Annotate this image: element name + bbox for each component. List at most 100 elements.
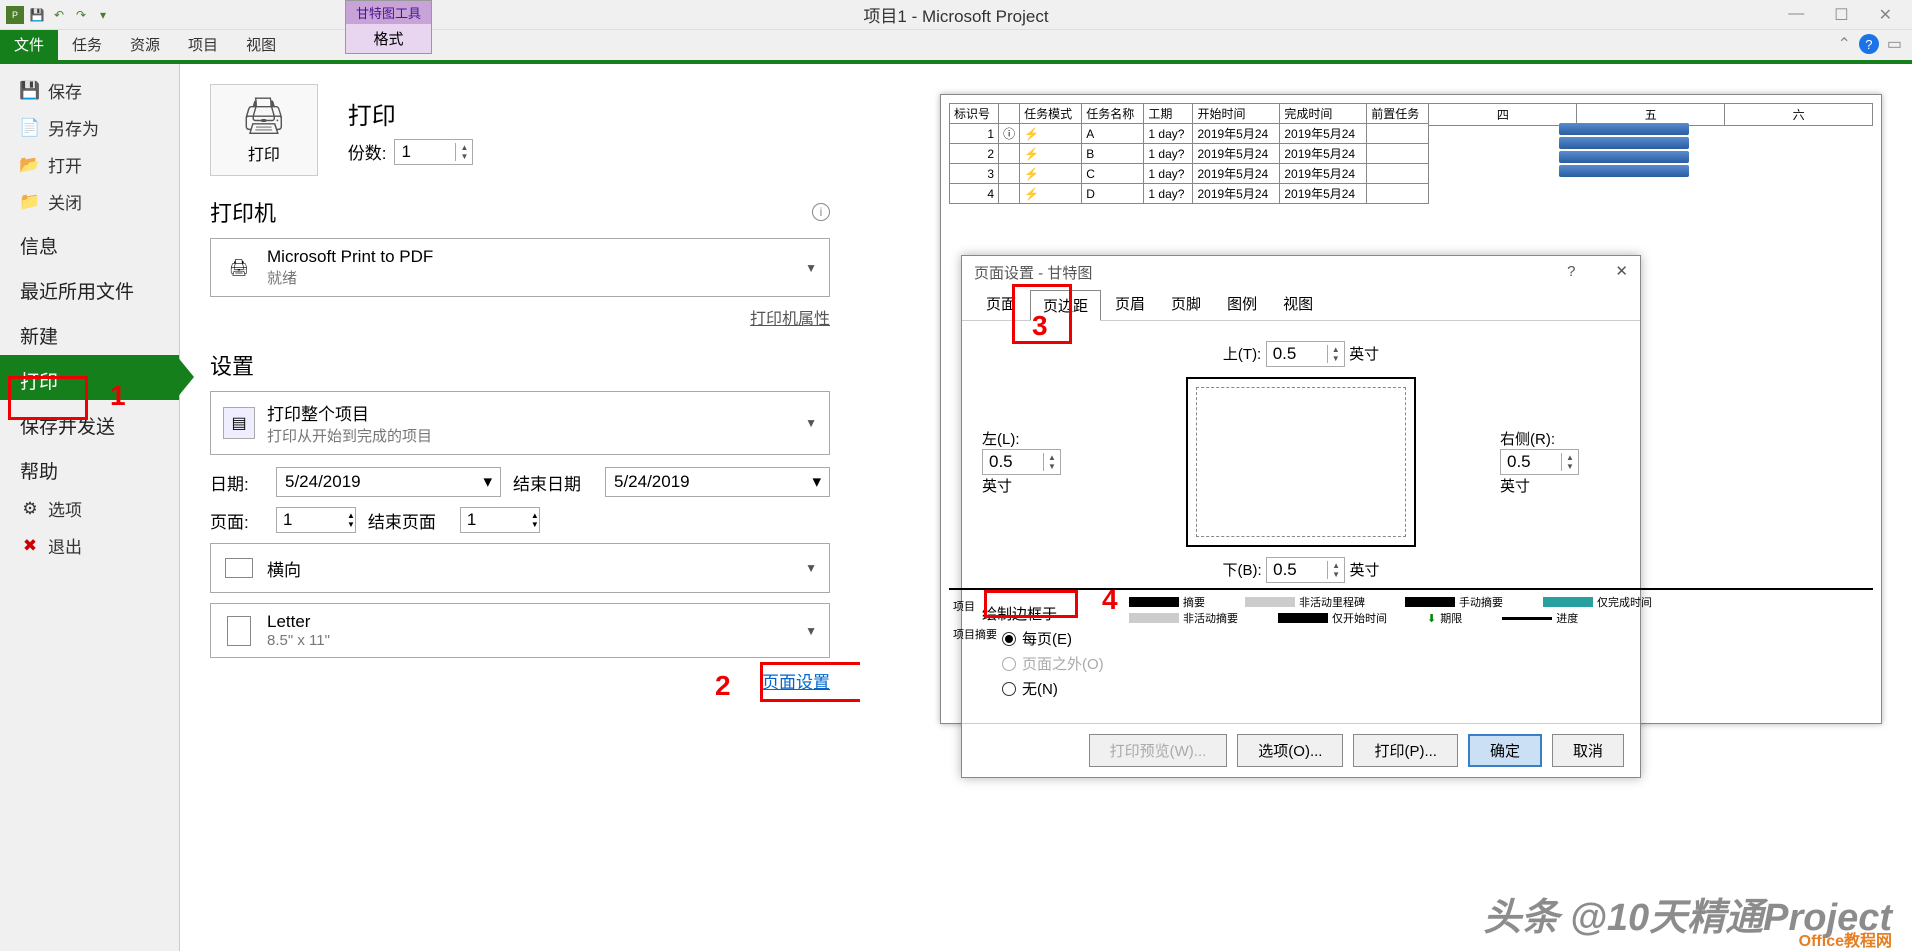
legend-item: 非活动摘要 — [1129, 610, 1238, 626]
dialog-close-icon[interactable]: ✕ — [1615, 263, 1628, 280]
gantt-bars — [1559, 123, 1689, 179]
close-folder-icon: 📁 — [20, 192, 40, 212]
tab-resource[interactable]: 资源 — [116, 30, 174, 60]
chevron-down-icon: ▼ — [805, 416, 817, 430]
nav-open[interactable]: 📂打开 — [0, 146, 179, 183]
dlg-tab-footer[interactable]: 页脚 — [1159, 289, 1213, 320]
page-start-input[interactable]: ▲▼ — [276, 507, 356, 533]
left-spinner[interactable]: ▲▼ — [982, 449, 1061, 475]
info-icon[interactable]: i — [812, 203, 830, 221]
btn-preview[interactable]: 打印预览(W)... — [1089, 734, 1228, 767]
nav-close[interactable]: 📁 关闭 — [0, 183, 179, 220]
nav-exit[interactable]: ✖退出 — [0, 527, 179, 564]
nav-saveas[interactable]: 📄另存为 — [0, 109, 179, 146]
copies-down-icon[interactable]: ▼ — [455, 152, 472, 161]
ribbon-minimize-icon[interactable]: ⌃ — [1837, 34, 1850, 54]
printer-section-header: 打印机 — [210, 196, 276, 228]
printer-properties-link[interactable]: 打印机属性 — [750, 311, 830, 328]
btn-options[interactable]: 选项(O)... — [1237, 734, 1343, 767]
nav-options[interactable]: ⚙选项 — [0, 490, 179, 527]
annotation-1: 1 — [110, 380, 126, 412]
btn-print[interactable]: 打印(P)... — [1353, 734, 1458, 767]
right-spinner[interactable]: ▲▼ — [1500, 449, 1579, 475]
table-row: 2⚡B1 day?2019年5月242019年5月24 — [950, 144, 1429, 164]
tab-view[interactable]: 视图 — [232, 30, 290, 60]
quick-access-toolbar: P 💾 ↶ ↷ ▾ — [0, 6, 118, 24]
printer-dropdown[interactable]: 🖨 Microsoft Print to PDF 就绪 ▼ — [210, 238, 830, 297]
col-name: 任务名称 — [1082, 104, 1144, 124]
dlg-tab-legend[interactable]: 图例 — [1215, 289, 1269, 320]
maximize-icon[interactable]: ☐ — [1834, 5, 1848, 25]
print-button[interactable]: 🖨 打印 — [210, 84, 318, 176]
right-label: 右侧(R): — [1500, 428, 1620, 449]
unit-label: 英寸 — [1349, 346, 1379, 363]
bottom-label: 下(B): — [1222, 562, 1261, 579]
nav-recent[interactable]: 最近所用文件 — [0, 265, 179, 310]
nav-new[interactable]: 新建 — [0, 310, 179, 355]
printer-name: Microsoft Print to PDF — [267, 247, 793, 267]
paper-icon — [223, 615, 255, 647]
save-icon: 💾 — [20, 81, 40, 101]
close-icon[interactable]: ✕ — [1879, 5, 1892, 25]
date-end-label: 结束日期 — [513, 470, 593, 495]
right-input[interactable] — [1501, 450, 1561, 474]
col-start: 开始时间 — [1193, 104, 1280, 124]
paper-dropdown[interactable]: Letter 8.5" x 11" ▼ — [210, 603, 830, 658]
copies-up-icon[interactable]: ▲ — [455, 143, 472, 152]
top-spinner[interactable]: ▲▼ — [1266, 341, 1345, 367]
btn-ok[interactable]: 确定 — [1468, 734, 1542, 767]
help-icon[interactable]: ? — [1859, 34, 1879, 54]
orientation-dropdown[interactable]: 横向 ▼ — [210, 543, 830, 593]
watermark-site: Office教程网 — [1799, 927, 1892, 951]
legend-area: 项目 项目摘要 摘要 非活动里程碑 手动摘要 仅完成时间 非活动摘要 仅开始时间… — [949, 588, 1873, 683]
tab-task[interactable]: 任务 — [58, 30, 116, 60]
print-header: 打印 — [348, 96, 474, 131]
contextual-header: 甘特图工具 — [346, 1, 431, 24]
orientation-value: 横向 — [267, 556, 793, 581]
task-bar — [1559, 165, 1689, 177]
bottom-input[interactable] — [1267, 558, 1327, 582]
legend-summary-label: 项目摘要 — [953, 629, 997, 641]
nav-info[interactable]: 信息 — [0, 220, 179, 265]
page-end-value[interactable] — [461, 508, 531, 532]
copies-spinner[interactable]: ▲▼ — [394, 139, 473, 165]
top-input[interactable] — [1267, 342, 1327, 366]
undo-icon[interactable]: ↶ — [50, 6, 68, 24]
page-end-input[interactable]: ▲▼ — [460, 507, 540, 533]
nav-help[interactable]: 帮助 — [0, 445, 179, 490]
print-what-sub: 打印从开始到完成的项目 — [267, 425, 793, 446]
saveas-icon: 📄 — [20, 118, 40, 138]
btn-cancel[interactable]: 取消 — [1552, 734, 1624, 767]
nav-options-label: 选项 — [48, 496, 82, 521]
tab-project[interactable]: 项目 — [174, 30, 232, 60]
page-setup-dialog: 页面设置 - 甘特图 ?✕ 页面 页边距 页眉 页脚 图例 视图 上(T): ▲… — [961, 255, 1641, 778]
nav-close-label: 关闭 — [48, 189, 82, 214]
date-end-input[interactable]: 5/24/2019▾ — [605, 467, 830, 497]
tab-file[interactable]: 文件 — [0, 30, 58, 60]
exit-icon: ✖ — [20, 536, 40, 556]
dialog-help-icon[interactable]: ? — [1567, 263, 1575, 280]
minimize-icon[interactable]: — — [1788, 5, 1804, 25]
dlg-tab-header[interactable]: 页眉 — [1103, 289, 1157, 320]
unit-label: 英寸 — [1349, 562, 1379, 579]
tab-format[interactable]: 格式 — [346, 24, 431, 53]
dlg-tab-view[interactable]: 视图 — [1271, 289, 1325, 320]
copies-input[interactable] — [395, 140, 455, 164]
page-start-value[interactable] — [277, 508, 347, 532]
redo-icon[interactable]: ↷ — [72, 6, 90, 24]
legend-item: 手动摘要 — [1405, 594, 1503, 610]
save-icon[interactable]: 💾 — [28, 6, 46, 24]
qat-dropdown-icon[interactable]: ▾ — [94, 6, 112, 24]
nav-save[interactable]: 💾保存 — [0, 72, 179, 109]
table-row: 4⚡D1 day?2019年5月242019年5月24 — [950, 184, 1429, 204]
window-options-icon[interactable]: ▭ — [1887, 34, 1902, 54]
print-what-dropdown[interactable]: ▤ 打印整个项目 打印从开始到完成的项目 ▼ — [210, 391, 830, 455]
print-button-label: 打印 — [241, 141, 287, 165]
col-indicator — [999, 104, 1020, 124]
date-start-input[interactable]: 5/24/2019▾ — [276, 467, 501, 497]
print-what-title: 打印整个项目 — [267, 400, 793, 425]
bottom-spinner[interactable]: ▲▼ — [1266, 557, 1345, 583]
gantt-table: 标识号 任务模式 任务名称 工期 开始时间 完成时间 前置任务 1ⓘ⚡A1 da… — [949, 103, 1429, 204]
task-bar — [1559, 151, 1689, 163]
left-input[interactable] — [983, 450, 1043, 474]
